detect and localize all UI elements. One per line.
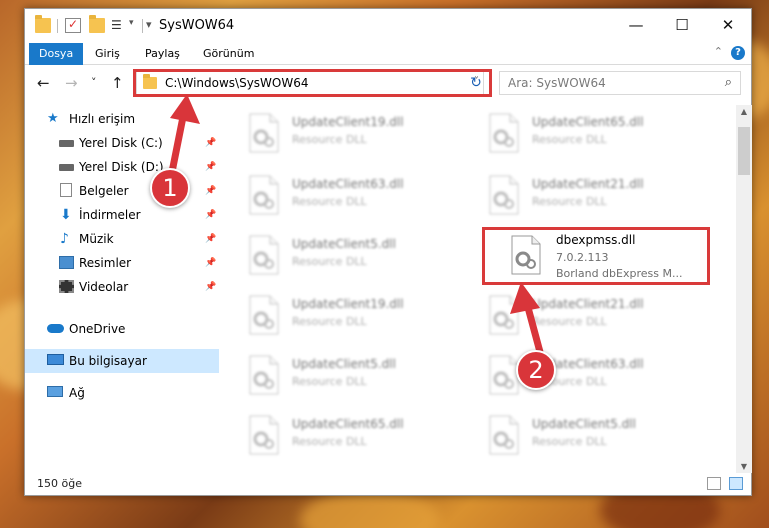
step-2-badge: 2: [516, 350, 556, 390]
arrow-2-head: [510, 282, 540, 314]
arrow-1-shaft: [168, 108, 188, 176]
annotation-arrows: [168, 94, 544, 356]
arrow-1-head: [170, 94, 200, 124]
step-1-badge: 1: [150, 168, 190, 208]
